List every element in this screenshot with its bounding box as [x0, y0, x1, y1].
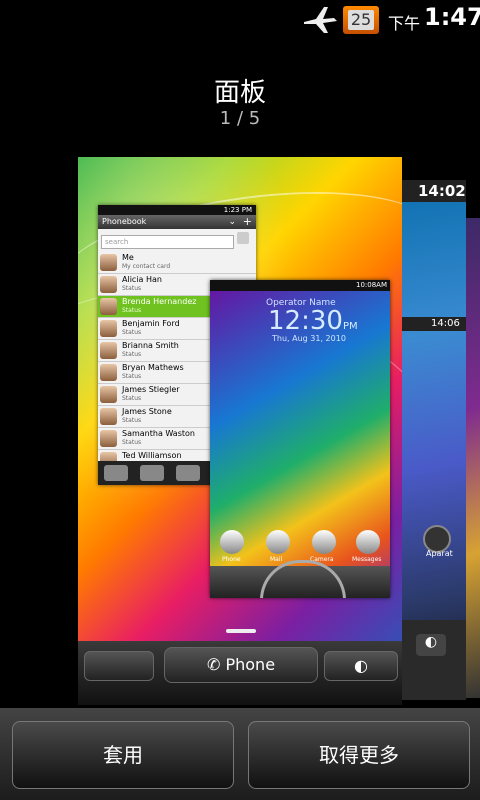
contact-status: My contact card: [122, 263, 171, 270]
tab-icon: [140, 465, 164, 481]
contact-status: Status: [122, 395, 142, 402]
chevron-down-icon: ⌄: [228, 217, 236, 227]
lock-status-bar: 10:08AM: [210, 280, 390, 291]
contact-name: James Stiegler: [122, 385, 180, 394]
phonebook-search: search: [101, 235, 234, 249]
personalize-icon: ◐: [416, 634, 446, 656]
preview-sub-time: 14:06: [431, 318, 460, 329]
lock-time: 12:30PM: [268, 306, 358, 336]
avatar: [100, 254, 117, 271]
add-icon: +: [242, 215, 252, 228]
avatar: [100, 298, 117, 315]
tab-icon: [104, 465, 128, 481]
lockscreen-preview: 10:08AM Operator Name 12:30PM Thu, Aug 3…: [210, 280, 390, 598]
skin-preview-2[interactable]: 14:02 14:06 Aparat ◐: [398, 180, 466, 700]
contact-name: Ted Williamson: [122, 451, 182, 460]
messages-icon: [356, 530, 380, 554]
contact-row: Me My contact card: [98, 252, 256, 274]
widget-status-bar: 1:23 PM: [98, 205, 256, 215]
phone-icon: [220, 530, 244, 554]
app-label: Mail: [270, 556, 283, 563]
page-indicator: 1 / 5: [219, 108, 261, 129]
skin-preview-main[interactable]: 1:23 PM Phonebook ⌄ + search Me My contac…: [78, 157, 402, 705]
contact-status: Status: [122, 285, 142, 292]
preview-time: 14:02: [418, 182, 466, 200]
preview-dock: ◐: [398, 620, 466, 700]
contact-status: Status: [122, 417, 142, 424]
personalize-icon: ◐: [324, 651, 398, 681]
lock-date: Thu, Aug 31, 2010: [272, 334, 346, 343]
calendar-day: 25: [348, 10, 374, 30]
status-ampm: 下午: [388, 14, 421, 33]
contact-name: Brianna Smith: [122, 341, 179, 350]
apply-button[interactable]: 套用: [12, 721, 234, 789]
status-clock: 1:47: [424, 3, 480, 31]
phonebook-header: Phonebook ⌄ +: [98, 215, 256, 229]
phone-dock-button: ✆ Phone: [164, 647, 318, 683]
contact-name: James Stone: [122, 407, 172, 416]
app-label: Aparat: [426, 549, 453, 558]
contact-status: Status: [122, 307, 142, 314]
contact-name: Samantha Waston: [122, 429, 195, 438]
contact-name: Bryan Mathews: [122, 363, 184, 372]
phonebook-title: Phonebook: [102, 217, 147, 226]
contact-name: Benjamin Ford: [122, 319, 180, 328]
contact-status: Status: [122, 439, 142, 446]
avatar: [100, 320, 117, 337]
mic-icon: [237, 232, 249, 244]
contact-name: Brenda Hernandez: [122, 297, 197, 306]
home-dock: ✆ Phone ◐: [78, 629, 402, 705]
avatar: [100, 364, 117, 381]
app-label: Messages: [352, 556, 382, 563]
get-more-button[interactable]: 取得更多: [248, 721, 470, 789]
page-title: 面板: [213, 78, 266, 108]
status-bar: 25 下午 1:47: [0, 0, 480, 38]
app-label: Phone: [222, 556, 241, 563]
tab-icon: [176, 465, 200, 481]
avatar: [100, 408, 117, 425]
contact-status: Status: [122, 351, 142, 358]
contact-status: Status: [122, 373, 142, 380]
avatar: [100, 276, 117, 293]
mail-icon: [266, 530, 290, 554]
contact-name: Me: [122, 253, 134, 262]
button-bar: 套用 取得更多: [0, 708, 480, 800]
contact-name: Alicia Han: [122, 275, 162, 284]
contact-status: Status: [122, 329, 142, 336]
avatar: [100, 430, 117, 447]
camera-icon: [312, 530, 336, 554]
calendar-icon: 25: [343, 6, 379, 34]
dock-handle: [226, 629, 256, 633]
avatar: [100, 342, 117, 359]
avatar: [100, 386, 117, 403]
all-apps-icon: [84, 651, 154, 681]
airplane-icon: [304, 7, 337, 33]
